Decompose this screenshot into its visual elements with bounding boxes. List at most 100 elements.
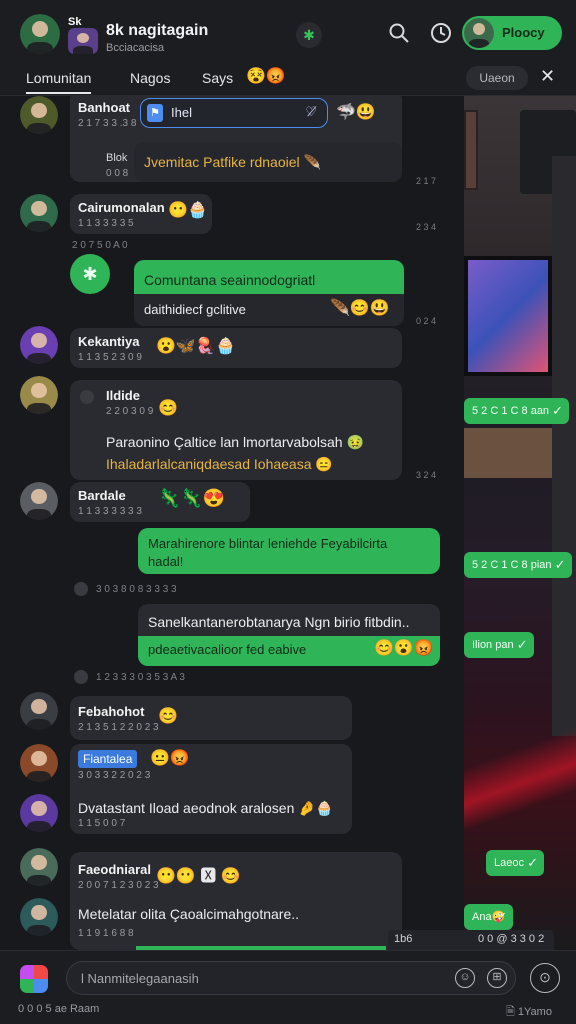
sender-name: Cairumonalan [78,200,165,215]
status-strip: 1b6 0 0 @ 3 3 0 2 [388,930,554,950]
message-text: pdeaetivacalioor fed eabive [148,642,307,657]
sender-avatar[interactable] [20,898,58,936]
info-icon [74,582,88,596]
reaction-emoji[interactable]: 😊 [158,706,178,726]
message-time: 2 2 0 3 0 9 [106,406,154,417]
status-indicator[interactable]: ✱ [296,22,322,48]
sender-avatar[interactable] [20,848,58,886]
message-composer[interactable]: ☺ ⊞ [66,961,516,995]
reaction-emoji[interactable]: 😶😶 🆇 😊 [156,862,241,886]
reaction-emoji[interactable]: 😊😮😡 [374,638,434,658]
sent-message[interactable]: Laeoc [486,850,544,876]
sender-name: Febahohot [78,704,145,719]
message-time: 1 1 3 3 3 3 5 [78,218,134,229]
reaction-emoji[interactable]: 😐😡 [150,748,190,768]
clock-icon[interactable] [428,22,454,48]
reaction-emoji[interactable]: 🦈😃 [336,102,376,122]
sender-name: Ildide [106,388,140,403]
quote-label: Ihel [171,105,192,120]
tab-says[interactable]: Says [202,70,233,86]
profile-button-label: Ploocy [502,25,545,40]
message-time: 2 1 3 5 1 2 2 0 2 3 [78,722,159,733]
tab-communities[interactable]: Lomunitan [26,70,92,94]
emoji-icon[interactable]: ☺ [455,968,475,988]
apps-icon[interactable] [20,965,48,993]
sent-message[interactable]: 5 2 C 1 C 8 aan [464,398,570,424]
message-time: 2 0 0 7 1 2 3 0 2 3 [78,880,159,891]
message-text: Dvatastant Iload aeodnok aralosen 🤌🧁 [78,800,334,816]
message-text: Jvemitac Patfike rdnaoiel 🪶 [144,154,321,170]
sent-message[interactable]: Ana🤪 [464,904,514,930]
sender-avatar[interactable] [20,376,58,414]
message-time: 1 1 3 5 2 3 0 9 [78,352,142,363]
heart-icon[interactable]: ♡̸ [305,104,317,120]
close-icon[interactable]: ✕ [540,66,555,87]
desk [464,428,560,478]
message-time: 1 1 9 1 6 8 8 [78,928,134,939]
footer-info[interactable]: 🗎 1Yamo [506,1003,552,1022]
sender-avatar[interactable] [20,744,58,782]
sender-name: Banhoat [78,100,130,115]
chat-feed[interactable]: Banhoat 2 1 7 3 3 .3 8 ⚑ Ihel ♡̸ 🦈😃 Blok… [0,96,464,950]
reaction-emoji[interactable]: 😶🧁 [168,200,208,220]
sender-avatar[interactable] [20,692,58,730]
sender-avatar[interactable] [20,326,58,364]
chat-title: 8k nagitagain [106,22,209,39]
group-avatar[interactable] [68,28,98,54]
composer-bar: ☺ ⊞ ⊙ 0 0 0 5 ae Raam 🗎 1Yamo [0,950,576,1024]
reaction-emoji[interactable]: 🦎🦎😍 [158,488,225,509]
message-text: hadal! [148,554,184,569]
side-timestamp: 3 2 4 [416,470,437,480]
chat-subtitle: Bcciacacisa [106,42,165,54]
message-time: 1 1 3 3 3 3 3 3 [78,506,142,517]
status-right: 0 0 @ 3 3 0 2 [478,933,545,945]
message-label: Blok [106,152,128,164]
message-input[interactable] [81,962,441,994]
message-text: Metelatar olita Çaoalcimahgotnare.. [78,906,300,922]
tab-bar: Lomunitan Nagos Says 😵😡 Uaeon ✕ [0,62,576,96]
tab-filter-button[interactable]: Uaeon [466,66,528,90]
pc-tower [552,156,576,736]
sender-avatar[interactable] [20,794,58,832]
message-text: Comuntana seainnodogriatl [144,272,316,288]
sender-avatar[interactable] [20,96,58,134]
message-time: 2 1 7 3 3 .3 8 [78,118,137,129]
system-timestamp: 3 0 3 8 0 8 3 3 3 3 [96,584,177,595]
top-bar: Sk 8k nagitagain Bcciacacisa ✱ Ploocy [0,0,576,66]
message-text: Marahirenore blintar leniehde Feyabilcir… [148,536,388,551]
sender-name: Faeodniaral [78,862,151,877]
message-time: 1 1 5 0 0 7 [78,818,126,829]
side-timestamp: 0 2 4 [416,316,437,326]
attach-icon[interactable]: ⊞ [487,968,507,988]
message-text: Ihaladarlalcaniqdaesad Iohaeasa 😑 [106,456,333,472]
red-light [464,696,576,836]
send-button[interactable]: ⊙ [530,963,560,993]
sender-avatar[interactable] [20,194,58,232]
sender-avatar[interactable] [20,482,58,520]
header-tag: Sk [68,16,82,28]
reaction-emoji[interactable]: 😮🦋🪼🧁 [156,336,236,356]
profile-avatar [464,18,494,48]
footer-status: 0 0 0 5 ae Raam [18,1003,100,1015]
tab-nagos[interactable]: Nagos [130,70,170,86]
gaming-monitor [464,256,552,376]
reaction-emoji[interactable]: 🪶😊😃 [330,298,390,318]
sender-name: Bardale [78,488,126,503]
message-time: 3 0 3 3 2 2 0 2 3 [78,770,151,781]
sent-message[interactable]: Ilion pan [464,632,534,658]
background-photo [464,96,576,950]
user-avatar[interactable] [20,14,60,54]
side-timestamp: 2 1 7 [416,176,437,186]
quoted-message[interactable]: ⚑ Ihel ♡̸ [140,98,328,128]
message-text: Paraonino Çaltice lan lmortarvabolsah 🤢 [106,434,364,450]
sender-name: Kekantiya [78,334,140,349]
sent-message[interactable]: 5 2 C 1 C 8 pian [464,552,572,578]
reaction-emoji[interactable]: 😊 [158,398,178,418]
system-timestamp: 2 0 7 5 0 A 0 [72,240,128,251]
sender-tag[interactable]: Fiantalea [78,750,138,768]
message-text: daithidiecf gclitive [144,302,246,317]
search-icon[interactable] [386,22,412,48]
tab-emoji: 😵😡 [246,68,286,85]
profile-button[interactable]: Ploocy [462,16,562,50]
bot-avatar[interactable]: ✱ [70,254,110,294]
